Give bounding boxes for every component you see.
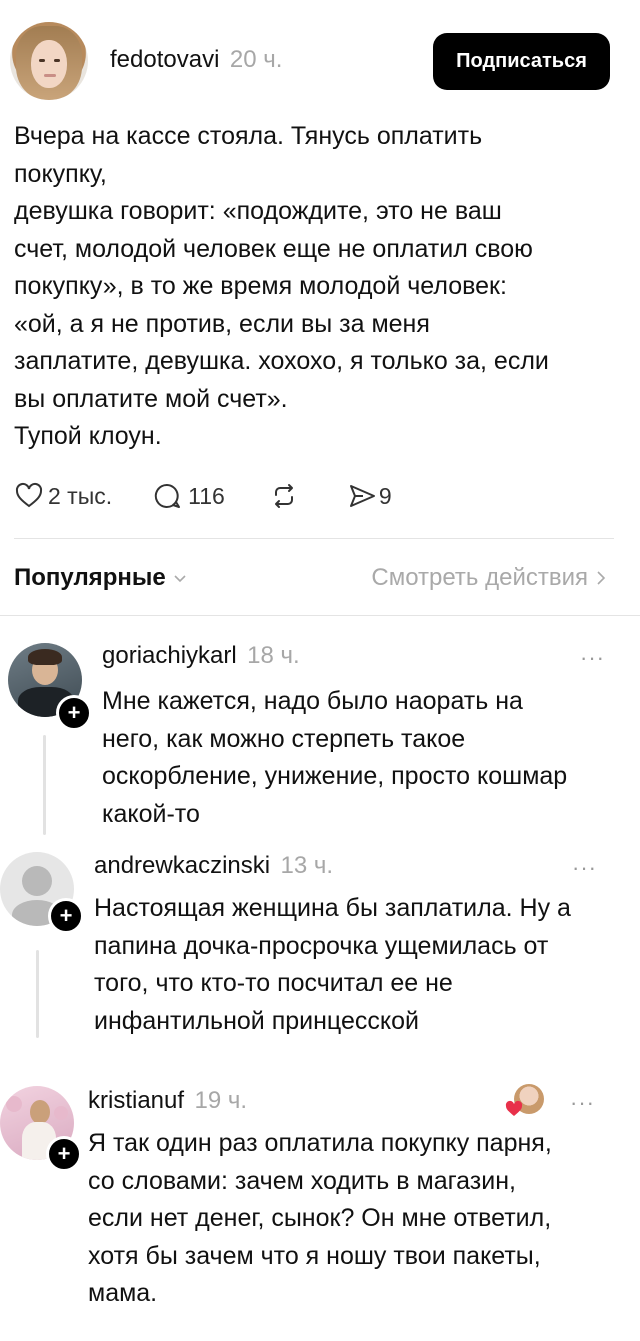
share-count: 9 (378, 482, 392, 509)
post-author-avatar[interactable] (10, 22, 88, 100)
more-options-icon[interactable]: ··· (580, 645, 605, 671)
comment-time: 19 ч. (194, 1087, 248, 1114)
post-header: fedotovavi 20 ч. (110, 46, 282, 74)
comment-count: 116 (188, 482, 225, 509)
sort-label: Популярные (14, 564, 166, 591)
comment-header: andrewkaczinski 13 ч. (94, 852, 333, 880)
follow-plus-icon[interactable]: + (46, 1136, 82, 1172)
share-button[interactable]: 9 (347, 481, 392, 511)
comment-icon (155, 483, 181, 508)
post-text: Вчера на кассе стояла. Тянусь оплатить п… (14, 122, 549, 450)
chevron-right-icon (597, 571, 606, 585)
comment-header: kristianuf 19 ч. (88, 1087, 247, 1115)
more-options-icon[interactable]: ··· (570, 1090, 595, 1116)
follow-plus-icon[interactable]: + (56, 695, 92, 731)
comment-text: Мне кажется, надо было наорать на него, … (102, 687, 568, 828)
thread-line (43, 735, 46, 835)
repost-icon (274, 484, 293, 508)
comment-button[interactable]: 116 (152, 481, 225, 511)
comment-text: Настоящая женщина бы заплатила. Ну а пап… (94, 894, 571, 1035)
follow-plus-icon[interactable]: + (48, 898, 84, 934)
divider (0, 615, 640, 616)
sort-dropdown[interactable]: Популярные (14, 564, 188, 592)
divider (14, 538, 614, 539)
post-username[interactable]: fedotovavi (110, 46, 219, 73)
comment-time: 13 ч. (280, 852, 334, 879)
heart-icon (15, 482, 43, 508)
see-actions-label: Смотреть действия (371, 564, 588, 591)
chevron-down-icon (174, 575, 186, 583)
comment-username[interactable]: kristianuf (88, 1087, 184, 1114)
send-icon (349, 485, 375, 507)
liked-heart-icon (505, 1100, 523, 1116)
comment-text: Я так один раз оплатила покупку парня, с… (88, 1129, 552, 1307)
follow-button[interactable]: Подписаться (433, 33, 610, 90)
see-actions-link[interactable]: Смотреть действия (371, 564, 608, 592)
like-count: 2 тыс. (48, 482, 113, 509)
comment-username[interactable]: andrewkaczinski (94, 852, 270, 879)
post-actions: 2 тыс. 116 9 (14, 478, 392, 514)
repost-button[interactable] (269, 481, 299, 511)
comment-username[interactable]: goriachiykarl (102, 642, 237, 669)
more-options-icon[interactable]: ··· (572, 855, 597, 881)
post-time: 20 ч. (229, 46, 283, 73)
like-button[interactable]: 2 тыс. (14, 481, 112, 511)
comment-time: 18 ч. (247, 642, 300, 669)
comment-header: goriachiykarl 18 ч. (102, 642, 300, 670)
thread-line (36, 950, 39, 1038)
